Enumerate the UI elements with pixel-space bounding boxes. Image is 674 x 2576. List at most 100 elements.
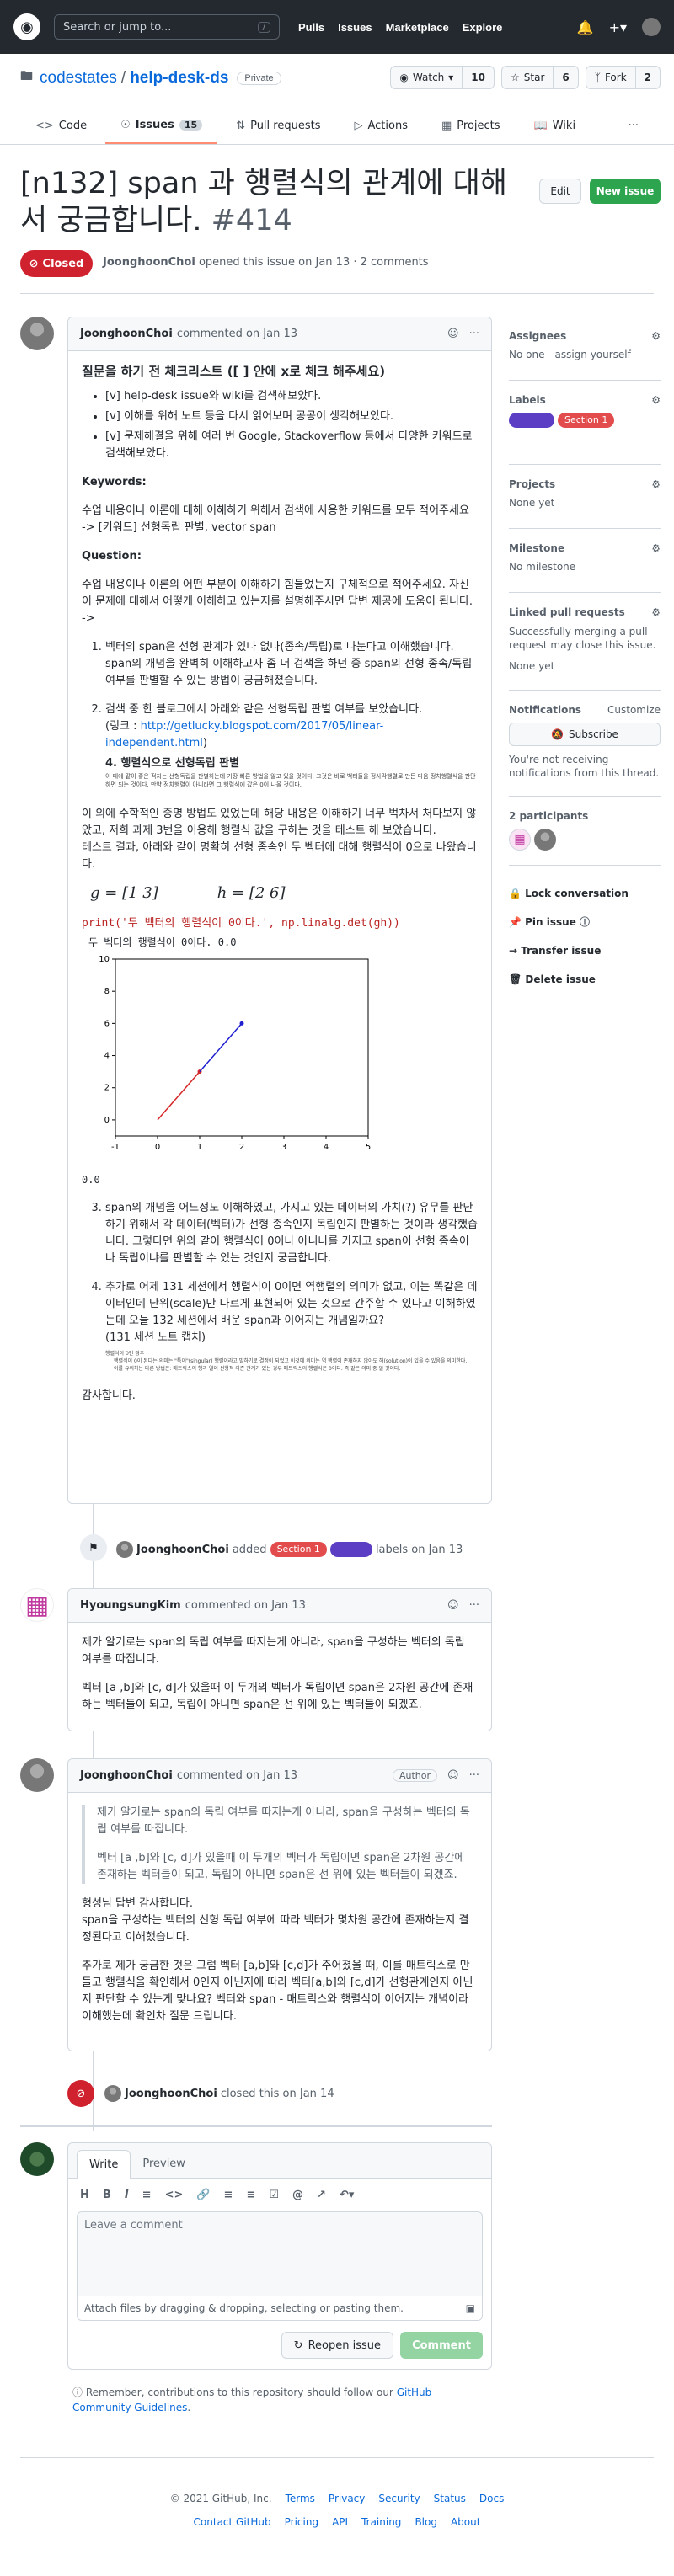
reopen-issue-button[interactable]: ↻ Reopen issue <box>281 2332 393 2359</box>
italic-icon[interactable]: I <box>125 2189 129 2201</box>
avatar[interactable] <box>642 18 661 36</box>
tab-pull-requests[interactable]: ⇅ Pull requests <box>221 107 335 144</box>
closed-issue-icon: ⊘ <box>67 2080 94 2107</box>
task-list-icon[interactable]: ☑ <box>269 2189 279 2201</box>
assignees-value[interactable]: No one—assign yourself <box>509 349 661 360</box>
footer-link[interactable]: Docs <box>479 2493 504 2504</box>
repo-name-link[interactable]: help-desk-ds <box>130 69 228 88</box>
smiley-icon[interactable]: ☺ <box>447 328 459 340</box>
gear-icon[interactable]: ⚙ <box>651 330 661 342</box>
label-purple[interactable] <box>509 413 554 428</box>
checklist: [v] help-desk issue와 wiki를 검색해보았다. [v] 이… <box>82 388 478 462</box>
gear-icon[interactable]: ⚙ <box>651 606 661 618</box>
event-author-link[interactable]: JoonghoonChoi <box>136 1544 229 1556</box>
numbered-list-icon[interactable]: ≡ <box>246 2189 255 2201</box>
avatar[interactable] <box>20 2142 54 2176</box>
arrow-right-icon: → <box>509 945 518 957</box>
new-issue-button[interactable]: New issue <box>590 179 661 204</box>
nav-marketplace[interactable]: Marketplace <box>386 21 449 34</box>
tab-preview[interactable]: Preview <box>131 2149 197 2178</box>
blog-link[interactable]: http://getlucky.blogspot.com/2017/05/lin… <box>105 720 383 749</box>
list-item: [v] help-desk issue와 wiki를 검색해보았다. <box>105 388 478 405</box>
footer-link[interactable]: Pricing <box>285 2516 318 2528</box>
bold-icon[interactable]: B <box>103 2189 111 2201</box>
fork-button[interactable]: ᛉ Fork 2 <box>585 66 661 89</box>
star-button[interactable]: ☆ Star 6 <box>501 66 579 89</box>
lock-conversation-link[interactable]: 🔒 Lock conversation <box>509 879 661 908</box>
footer-link[interactable]: Status <box>434 2493 466 2504</box>
participant-avatar[interactable] <box>534 829 556 851</box>
comment-author-link[interactable]: JoonghoonChoi <box>80 328 173 340</box>
comment-author-link[interactable]: HyoungsungKim <box>80 1599 181 1612</box>
kebab-icon[interactable]: ··· <box>469 328 479 340</box>
transfer-issue-link[interactable]: → Transfer issue <box>509 936 661 965</box>
bullet-list-icon[interactable]: ≡ <box>224 2189 233 2201</box>
pin-issue-link[interactable]: 📌 Pin issue ⓘ <box>509 908 661 936</box>
nav-pulls[interactable]: Pulls <box>298 21 324 34</box>
avatar[interactable] <box>20 1758 54 1792</box>
more-tabs-button[interactable]: ··· <box>613 107 654 144</box>
code-icon[interactable]: <> <box>165 2189 184 2201</box>
subscribe-button[interactable]: 🔕 Subscribe <box>509 723 661 746</box>
tab-write[interactable]: Write <box>77 2150 131 2179</box>
participant-avatar[interactable]: ▦ <box>509 829 531 851</box>
tab-actions[interactable]: ▷ Actions <box>339 107 423 144</box>
avatar[interactable] <box>104 2085 121 2102</box>
comment-button[interactable]: Comment <box>400 2332 483 2359</box>
gear-icon[interactable]: ⚙ <box>651 542 661 554</box>
footer-link[interactable]: Contact GitHub <box>194 2516 271 2528</box>
edit-button[interactable]: Edit <box>539 179 581 204</box>
mention-icon[interactable]: @ <box>292 2189 303 2201</box>
footer-link[interactable]: About <box>451 2516 480 2528</box>
footer-link[interactable]: Blog <box>415 2516 437 2528</box>
attach-bar[interactable]: Attach files by dragging & dropping, sel… <box>77 2296 483 2321</box>
heading-icon[interactable]: H <box>80 2189 89 2201</box>
repo-owner-link[interactable]: codestates <box>40 69 117 88</box>
label-section-1[interactable]: Section 1 <box>270 1542 327 1557</box>
avatar[interactable]: ▦ <box>20 1588 54 1622</box>
paragraph: 테스트 결과, 아래와 같이 명확히 선형 종속인 두 벡터에 대해 행렬식이 … <box>82 841 477 871</box>
avatar[interactable] <box>116 1541 133 1558</box>
github-logo-icon[interactable]: ◉ <box>13 13 40 40</box>
label-section-1[interactable]: Section 1 <box>558 413 615 428</box>
avatar[interactable] <box>20 317 54 350</box>
tab-code[interactable]: <> Code <box>20 107 102 144</box>
keywords-heading: Keywords: <box>82 476 147 488</box>
quote-icon[interactable]: ≡ <box>142 2189 152 2201</box>
plus-icon[interactable]: +▾ <box>609 19 627 35</box>
kebab-icon[interactable]: ··· <box>469 1599 479 1612</box>
reply-icon[interactable]: ↶▾ <box>340 2189 354 2201</box>
footer-link[interactable]: Privacy <box>329 2493 365 2504</box>
x-tick-label: 0 <box>155 1143 160 1152</box>
tab-projects[interactable]: ▦ Projects <box>426 107 516 144</box>
tab-wiki[interactable]: 📖 Wiki <box>519 107 591 144</box>
comment-textarea[interactable]: Leave a comment <box>77 2211 483 2296</box>
gear-icon[interactable]: ⚙ <box>651 478 661 490</box>
reference-icon[interactable]: ↗ <box>317 2189 326 2201</box>
footer-link[interactable]: Security <box>378 2493 420 2504</box>
plot-frame <box>115 958 369 1137</box>
x-tick-label: 5 <box>366 1143 371 1152</box>
issue-author-link[interactable]: JoonghoonChoi <box>103 256 195 269</box>
gear-icon[interactable]: ⚙ <box>651 394 661 406</box>
label-purple[interactable] <box>329 1542 372 1557</box>
comment-author-link[interactable]: JoonghoonChoi <box>80 1769 173 1782</box>
tab-issues[interactable]: ☉ Issues 15 <box>105 107 218 144</box>
watch-button[interactable]: ◉ Watch ▾ 10 <box>390 66 495 89</box>
footer-link[interactable]: Terms <box>286 2493 315 2504</box>
footer-link[interactable]: API <box>332 2516 348 2528</box>
link-icon[interactable]: 🔗 <box>196 2189 210 2201</box>
customize-link[interactable]: Customize <box>607 704 661 716</box>
nav-explore[interactable]: Explore <box>463 21 503 34</box>
smiley-icon[interactable]: ☺ <box>447 1769 459 1782</box>
projects-heading: Projects <box>509 478 556 490</box>
issue-sidebar: Assignees ⚙ No one—assign yourself Labels ⚙… <box>509 330 661 994</box>
nav-issues[interactable]: Issues <box>338 21 372 34</box>
smiley-icon[interactable]: ☺ <box>447 1599 459 1612</box>
delete-issue-link[interactable]: 🗑 Delete issue <box>509 965 661 994</box>
event-author-link[interactable]: JoonghoonChoi <box>125 2088 217 2100</box>
footer-link[interactable]: Training <box>361 2516 401 2528</box>
kebab-icon[interactable]: ··· <box>469 1769 479 1782</box>
bell-icon[interactable]: 🔔 <box>577 19 594 35</box>
search-input[interactable]: Search or jump to... / <box>54 14 280 40</box>
